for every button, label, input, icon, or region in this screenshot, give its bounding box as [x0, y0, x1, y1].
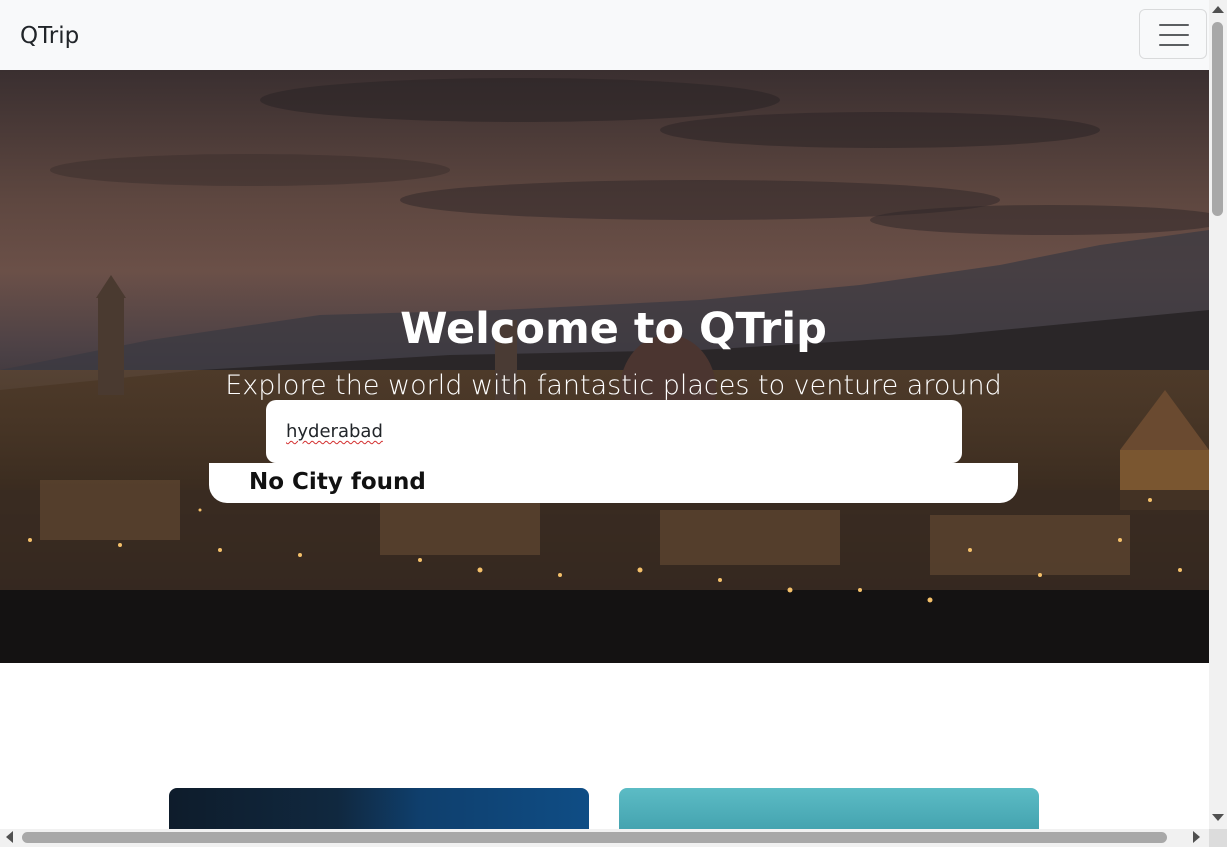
menu-toggle-button[interactable]	[1139, 9, 1207, 59]
scrollbar-corner	[1209, 829, 1227, 847]
scroll-down-arrow-icon[interactable]	[1212, 814, 1224, 821]
navbar: QTrip	[0, 0, 1209, 70]
page: QTrip Welcome to QTrip Explore the world…	[0, 0, 1209, 829]
scroll-left-arrow-icon[interactable]	[6, 831, 13, 843]
no-results-message: No City found	[249, 469, 426, 495]
scroll-right-arrow-icon[interactable]	[1193, 831, 1200, 843]
search-results-dropdown: No City found	[209, 463, 1018, 503]
city-card[interactable]	[619, 788, 1039, 829]
city-search-value: hyderabad	[286, 421, 383, 442]
hero-title: Welcome to QTrip	[400, 303, 827, 354]
brand-logo[interactable]: QTrip	[20, 20, 79, 52]
hamburger-menu-icon	[1159, 23, 1189, 47]
hero-banner: Welcome to QTrip Explore the world with …	[0, 70, 1209, 663]
city-card[interactable]	[169, 788, 589, 829]
vertical-scrollbar-thumb[interactable]	[1212, 22, 1223, 216]
scroll-up-arrow-icon[interactable]	[1212, 6, 1224, 13]
horizontal-scrollbar-thumb[interactable]	[22, 832, 1167, 843]
